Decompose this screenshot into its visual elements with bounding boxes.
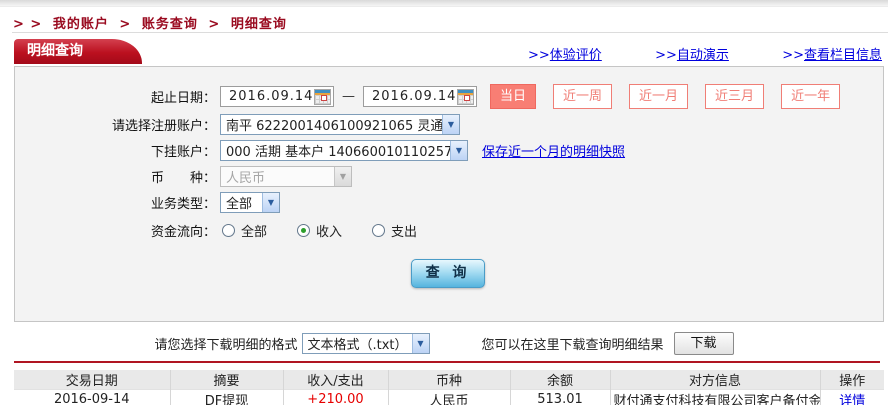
download-button[interactable]: 下载: [674, 332, 734, 355]
col-counterparty: 对方信息: [610, 370, 820, 390]
cell-action: 详情: [820, 390, 884, 405]
quick-button-last-year[interactable]: 近一年: [781, 84, 840, 109]
business-type-row: 业务类型： 全部 ▼: [15, 192, 883, 213]
results-table: 交易日期 摘要 收入/支出 币种 余额 对方信息 操作 2016-09-14 D…: [14, 370, 884, 405]
business-type-select[interactable]: 全部 ▼: [220, 192, 280, 213]
register-account-select[interactable]: 南平 6222001406100921065 灵通卡 ▼: [220, 114, 460, 135]
radio-income[interactable]: 收入: [297, 221, 342, 240]
detail-query-page: > > 我的账户 > 账务查询 > 明细查询 明细查询 >>体验评价 >>自动演…: [0, 0, 888, 405]
chevron-down-icon: ▼: [442, 115, 459, 134]
radio-checked-icon[interactable]: [297, 224, 310, 237]
cell-balance: 513.01: [510, 390, 610, 405]
download-hint: 您可以在这里下载查询明细结果: [482, 334, 664, 353]
query-form-panel: 起止日期： 2016.09.14 — 2016.09.14 当日 近一周 近一月…: [14, 66, 884, 322]
query-button[interactable]: 查 询: [411, 259, 485, 288]
currency-select: 人民币 ▼: [220, 166, 352, 187]
col-trade-date: 交易日期: [14, 370, 170, 390]
cell-trade-date: 2016-09-14: [14, 390, 170, 405]
download-format-select[interactable]: 文本格式（.txt） ▼: [302, 333, 430, 354]
currency-label: 币 种：: [15, 167, 216, 186]
col-action: 操作: [820, 370, 884, 390]
radio-all[interactable]: 全部: [222, 221, 267, 240]
breadcrumb-separator: >: [208, 17, 220, 32]
sub-account-label: 下挂账户：: [15, 141, 216, 160]
quick-button-last-3-months[interactable]: 近三月: [705, 84, 764, 109]
link-view-column-info[interactable]: >>查看栏目信息: [782, 44, 882, 63]
cell-currency: 人民币: [388, 390, 510, 405]
chevron-down-icon: ▼: [262, 193, 279, 212]
cell-summary: DF提现: [170, 390, 283, 405]
register-account-row: 请选择注册账户： 南平 6222001406100921065 灵通卡 ▼: [15, 114, 883, 135]
date-range-row: 起止日期： 2016.09.14 — 2016.09.14 当日 近一周 近一月…: [15, 84, 883, 109]
breadcrumb-item-account-query[interactable]: 账务查询: [142, 17, 198, 32]
link-auto-demo[interactable]: >>自动演示: [655, 44, 729, 63]
calendar-icon[interactable]: [457, 89, 474, 105]
col-currency: 币种: [388, 370, 510, 390]
radio-icon[interactable]: [222, 224, 235, 237]
business-type-label: 业务类型：: [15, 193, 216, 212]
breadcrumb: > > 我的账户 > 账务查询 > 明细查询: [13, 13, 292, 32]
breadcrumb-separator: >: [119, 17, 131, 32]
breadcrumb-item-my-account[interactable]: 我的账户: [53, 17, 109, 32]
radio-expense[interactable]: 支出: [372, 221, 417, 240]
tab-detail-query: 明细查询: [14, 39, 142, 64]
download-row: 请您选择下载明细的格式 文本格式（.txt） ▼ 您可以在这里下载查询明细结果 …: [0, 332, 888, 355]
detail-link[interactable]: 详情: [839, 394, 865, 405]
col-income-expense: 收入/支出: [283, 370, 388, 390]
breadcrumb-item-detail-query: 明细查询: [231, 17, 287, 32]
table-header-row: 交易日期 摘要 收入/支出 币种 余额 对方信息 操作: [14, 370, 884, 390]
quick-button-last-week[interactable]: 近一周: [553, 84, 612, 109]
start-date-input[interactable]: 2016.09.14: [220, 86, 334, 107]
chevron-down-icon: ▼: [334, 167, 351, 186]
register-account-label: 请选择注册账户：: [15, 115, 216, 134]
fund-flow-row: 资金流向： 全部 收入 支出: [15, 221, 883, 240]
save-snapshot-link[interactable]: 保存近一个月的明细快照: [482, 141, 625, 160]
top-gradient-strip: [0, 0, 888, 7]
end-date-input[interactable]: 2016.09.14: [363, 86, 477, 107]
currency-row: 币 种： 人民币 ▼: [15, 166, 883, 187]
radio-icon[interactable]: [372, 224, 385, 237]
breadcrumb-prefix: > >: [13, 17, 42, 32]
date-range-label: 起止日期：: [15, 87, 216, 106]
link-prefix: >>: [528, 48, 550, 63]
section-divider-red: [14, 361, 880, 363]
fund-flow-label: 资金流向：: [15, 221, 216, 240]
date-range-separator: —: [342, 89, 355, 104]
quick-button-today[interactable]: 当日: [490, 84, 536, 109]
chevron-down-icon: ▼: [412, 334, 429, 353]
quick-button-last-month[interactable]: 近一月: [629, 84, 688, 109]
col-balance: 余额: [510, 370, 610, 390]
chevron-down-icon: ▼: [450, 141, 467, 160]
calendar-icon[interactable]: [314, 89, 331, 105]
link-prefix: >>: [655, 48, 677, 63]
header-links: >>体验评价 >>自动演示 >>查看栏目信息: [528, 44, 882, 63]
col-summary: 摘要: [170, 370, 283, 390]
sub-account-select[interactable]: 000 活期 基本户 1406600101102571848 ▼: [220, 140, 468, 161]
sub-account-row: 下挂账户： 000 活期 基本户 1406600101102571848 ▼ 保…: [15, 140, 883, 161]
link-prefix: >>: [782, 48, 804, 63]
table-row: 2016-09-14 DF提现 +210.00 人民币 513.01 财付通支付…: [14, 390, 884, 405]
download-format-label: 请您选择下载明细的格式: [154, 334, 297, 353]
cell-counterparty: 财付通支付科技有限公司客户备付金: [610, 390, 820, 405]
cell-amount: +210.00: [283, 390, 388, 405]
link-experience-review[interactable]: >>体验评价: [528, 44, 602, 63]
divider: [12, 32, 888, 33]
